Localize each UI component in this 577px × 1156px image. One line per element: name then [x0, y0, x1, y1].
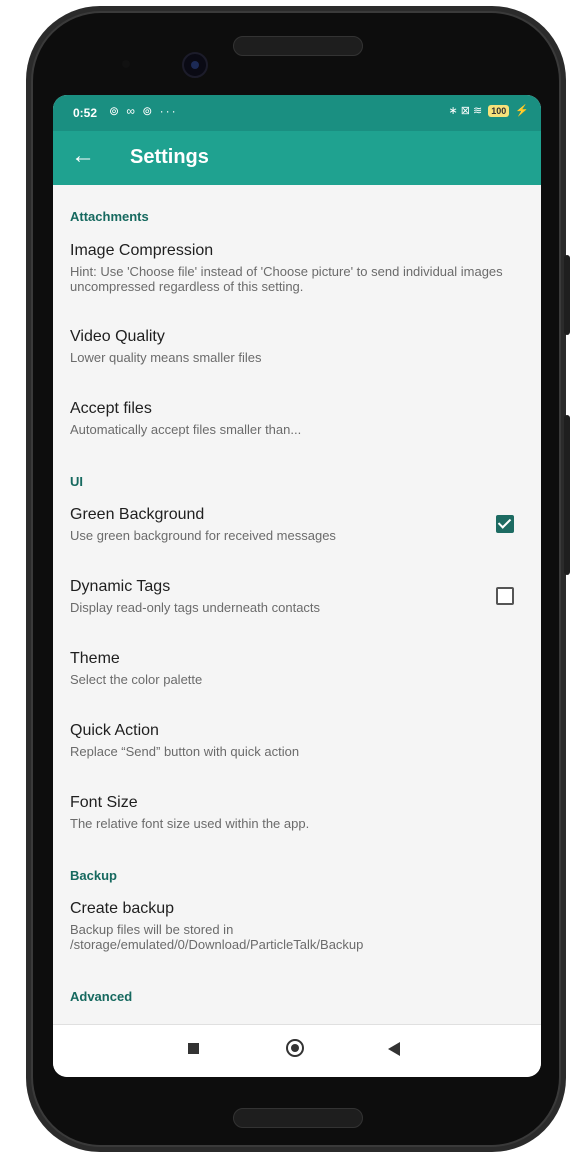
- setting-dynamic-tags[interactable]: Dynamic Tags Display read-only tags unde…: [53, 572, 541, 622]
- setting-create-backup[interactable]: Create backup Backup files will be store…: [53, 894, 541, 960]
- section-advanced: Advanced: [70, 989, 133, 1004]
- setting-image-compression[interactable]: Image Compression Hint: Use 'Choose file…: [53, 235, 541, 305]
- dynamic-tags-checkbox[interactable]: [496, 587, 514, 605]
- setting-summary: Hint: Use 'Choose file' instead of 'Choo…: [70, 264, 503, 294]
- navigation-bar: [53, 1024, 541, 1077]
- page-title: Settings: [130, 146, 209, 168]
- back-triangle-icon[interactable]: [388, 1042, 400, 1056]
- setting-summary: Backup files will be stored in /storage/…: [70, 922, 364, 952]
- setting-accept-files[interactable]: Accept files Automatically accept files …: [53, 394, 541, 444]
- setting-title: Font Size: [70, 794, 138, 811]
- section-ui: UI: [70, 474, 83, 489]
- bottom-speaker: [233, 1108, 363, 1128]
- setting-theme[interactable]: Theme Select the color palette: [53, 644, 541, 694]
- setting-green-background[interactable]: Green Background Use green background fo…: [53, 500, 541, 550]
- setting-summary: Lower quality means smaller files: [70, 350, 262, 365]
- setting-title: Quick Action: [70, 722, 159, 739]
- status-bar: 0:52 ⊚ ∞ ⊚ ··· ∗ ⊠ ≋ 100 ⚡: [53, 95, 541, 131]
- setting-summary: The relative font size used within the a…: [70, 816, 310, 831]
- setting-summary: Automatically accept files smaller than.…: [70, 422, 302, 437]
- charging-icon: ⚡: [515, 105, 529, 117]
- battery-icon: 100: [488, 104, 510, 117]
- app-bar: ← Settings: [53, 131, 541, 185]
- proximity-sensor: [122, 60, 130, 68]
- setting-title: Create backup: [70, 900, 175, 917]
- recents-square-icon[interactable]: [188, 1043, 199, 1054]
- setting-font-size[interactable]: Font Size The relative font size used wi…: [53, 788, 541, 838]
- screen: 0:52 ⊚ ∞ ⊚ ··· ∗ ⊠ ≋ 100 ⚡ ← Settings At…: [53, 95, 541, 1077]
- power-button: [564, 415, 570, 575]
- system-icons: ∗ ⊠ ≋ 100 ⚡: [448, 104, 529, 117]
- setting-quick-action[interactable]: Quick Action Replace “Send” button with …: [53, 716, 541, 766]
- section-attachments: Attachments: [70, 209, 149, 224]
- bluetooth-wifi-icons: ∗ ⊠ ≋: [448, 105, 483, 117]
- setting-summary: Replace “Send” button with quick action: [70, 744, 300, 759]
- setting-video-quality[interactable]: Video Quality Lower quality means smalle…: [53, 322, 541, 372]
- setting-summary: Select the color palette: [70, 672, 203, 687]
- setting-title: Green Background: [70, 506, 205, 523]
- volume-button: [564, 255, 570, 335]
- status-time: 0:52: [73, 106, 98, 120]
- setting-title: Image Compression: [70, 242, 214, 259]
- back-arrow-icon[interactable]: ←: [71, 143, 95, 169]
- setting-summary: Use green background for received messag…: [70, 528, 336, 543]
- home-circle-icon[interactable]: [286, 1039, 304, 1057]
- setting-title: Video Quality: [70, 328, 165, 345]
- setting-summary: Display read-only tags underneath contac…: [70, 600, 321, 615]
- front-camera: [182, 52, 208, 78]
- setting-title: Theme: [70, 650, 120, 667]
- section-backup: Backup: [70, 868, 117, 883]
- earpiece-speaker: [233, 36, 363, 56]
- notification-icons: ⊚ ∞ ⊚ ···: [109, 104, 178, 118]
- setting-title: Dynamic Tags: [70, 578, 171, 595]
- green-background-checkbox[interactable]: [496, 515, 514, 533]
- setting-title: Accept files: [70, 400, 152, 417]
